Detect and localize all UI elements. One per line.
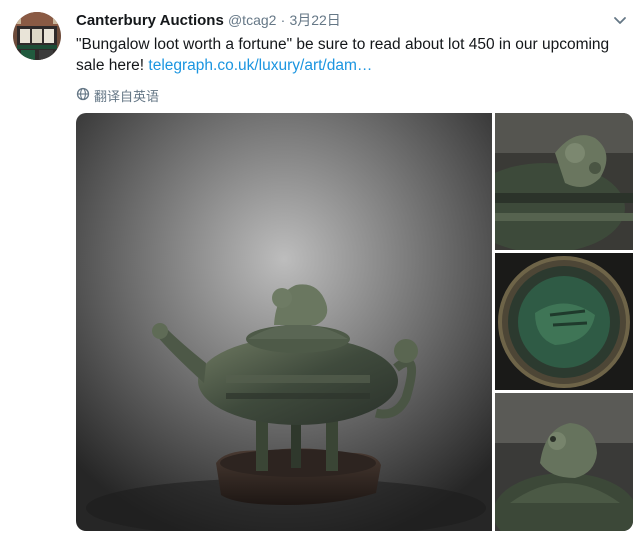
photo-thumbnail-2[interactable] — [495, 253, 633, 390]
chevron-down-icon[interactable] — [612, 12, 628, 28]
tweet-text: "Bungalow loot worth a fortune" be sure … — [76, 34, 636, 76]
photo-thumbnail-3[interactable] — [495, 393, 633, 531]
translate-tweet[interactable]: 翻译自英语 — [76, 86, 159, 104]
user-handle[interactable]: @tcag2 — [228, 12, 276, 28]
photo-main[interactable] — [76, 113, 492, 531]
separator-dot: · — [280, 12, 286, 28]
media-grid — [76, 113, 633, 531]
globe-icon — [76, 87, 90, 104]
tweet-header: Canterbury Auctions @tcag2 · 3月22日 — [76, 10, 628, 32]
tweet-link[interactable]: telegraph.co.uk/luxury/art/dam… — [148, 57, 372, 74]
tweet-date[interactable]: 3月22日 — [289, 12, 340, 28]
photo-thumbnail-1[interactable] — [495, 113, 633, 250]
translate-label: 翻译自英语 — [94, 88, 160, 104]
avatar[interactable] — [13, 12, 61, 60]
display-name[interactable]: Canterbury Auctions — [76, 12, 224, 29]
